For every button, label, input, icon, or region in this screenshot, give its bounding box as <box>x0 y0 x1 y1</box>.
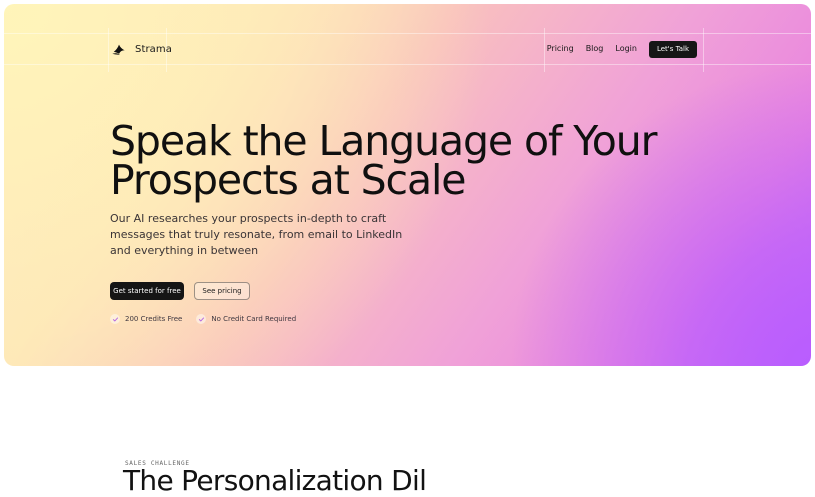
hero-grid-line-top <box>4 33 811 34</box>
nav-login-link[interactable]: Login <box>615 45 637 53</box>
hero-grid-line-nav <box>544 28 545 72</box>
brand-logo[interactable]: Strama <box>110 39 172 59</box>
nav-pricing-link[interactable]: Pricing <box>547 45 574 53</box>
brand-mark-icon <box>112 44 125 55</box>
hero-title-line-2: Prospects at Scale <box>110 156 467 204</box>
lets-talk-button[interactable]: Let's Talk <box>648 40 697 58</box>
feature-text: No Credit Card Required <box>211 315 297 323</box>
see-pricing-button[interactable]: See pricing <box>194 282 250 300</box>
feature-no-credit-card: No Credit Card Required <box>196 314 296 324</box>
hero-grid-line-bottom <box>4 64 811 65</box>
hero-section: Strama Pricing Blog Login Let's Talk Spe… <box>4 4 811 366</box>
hero-grid-line-left <box>108 28 109 72</box>
feature-free-credits: 200 Credits Free <box>110 314 182 324</box>
section-title: The Personalization Dil <box>123 464 427 497</box>
check-icon <box>110 314 120 324</box>
check-icon <box>196 314 207 324</box>
feature-text: 200 Credits Free <box>125 315 183 323</box>
hero-actions: Get started for free See pricing <box>110 282 250 300</box>
main-navigation: Pricing Blog Login Let's Talk <box>547 40 697 58</box>
hero-grid-line-right <box>703 28 704 72</box>
hero-title: Speak the Language of Your Prospects at … <box>110 121 730 201</box>
hero-features: 200 Credits Free No Credit Card Required <box>110 314 296 324</box>
get-started-button[interactable]: Get started for free <box>110 282 184 300</box>
hero-description: Our AI researches your prospects in-dept… <box>110 212 403 257</box>
nav-blog-link[interactable]: Blog <box>586 45 604 53</box>
brand-name: Strama <box>135 43 172 55</box>
